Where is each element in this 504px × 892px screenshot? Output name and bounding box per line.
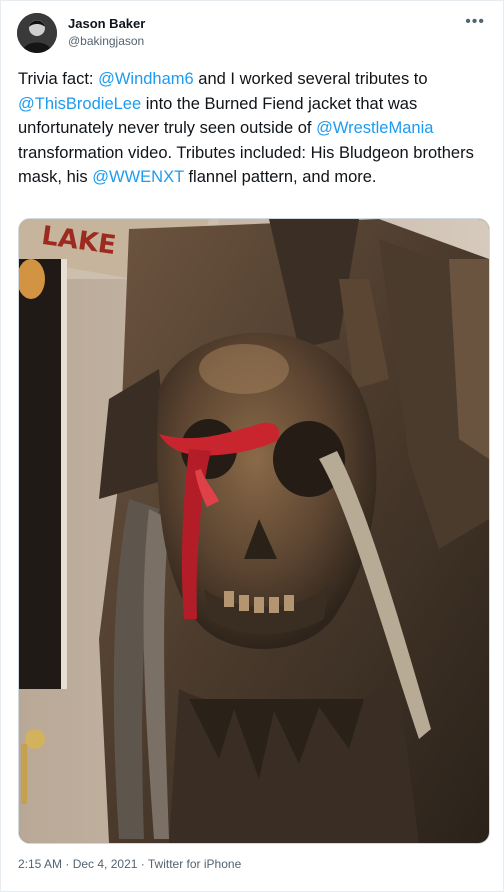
author-handle[interactable]: @bakingjason <box>68 33 145 49</box>
mention-link[interactable]: @Windham6 <box>98 70 194 88</box>
more-horizontal-icon[interactable]: ••• <box>465 13 485 31</box>
tweet-header: Jason Baker @bakingjason ••• <box>17 13 487 57</box>
meta-separator: · <box>62 857 73 871</box>
mention-link[interactable]: @WWENXT <box>92 168 184 186</box>
avatar-image <box>17 13 57 53</box>
tweet-meta: 2:15 AM · Dec 4, 2021 · Twitter for iPho… <box>18 857 241 871</box>
tweet-photo[interactable]: LAKE <box>18 218 490 844</box>
tweet-text-segment: flannel pattern, and more. <box>183 168 377 186</box>
meta-separator: · <box>137 857 148 871</box>
author-names: Jason Baker @bakingjason <box>68 16 145 49</box>
tweet-text-segment: Trivia fact: <box>18 70 99 88</box>
mention-link[interactable]: @ThisBrodieLee <box>18 95 141 113</box>
tweet-source[interactable]: Twitter for iPhone <box>148 857 241 871</box>
tweet-time[interactable]: 2:15 AM <box>18 857 62 871</box>
photo-burned-fiend-jacket: LAKE <box>19 219 489 843</box>
tweet-card: Jason Baker @bakingjason ••• Trivia fact… <box>0 0 504 892</box>
tweet-date[interactable]: Dec 4, 2021 <box>73 857 138 871</box>
author-display-name[interactable]: Jason Baker <box>68 16 145 32</box>
mention-link[interactable]: @WrestleMania <box>316 119 433 137</box>
tweet-text: Trivia fact: @Windham6 and I worked seve… <box>18 67 488 190</box>
tweet-text-segment: and I worked several tributes to <box>193 70 428 88</box>
avatar[interactable] <box>17 13 57 53</box>
